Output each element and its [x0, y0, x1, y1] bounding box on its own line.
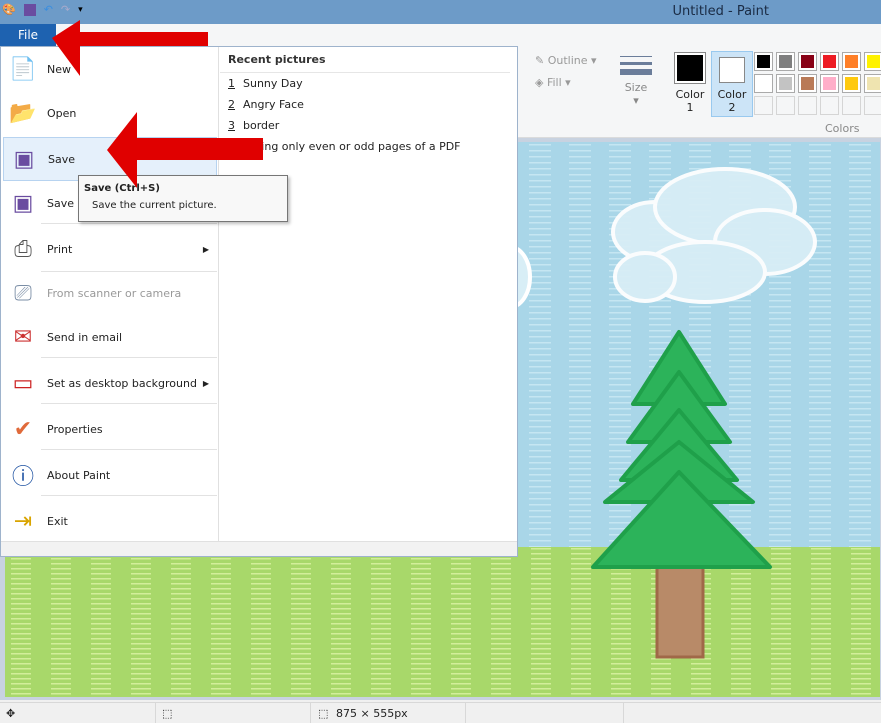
menu-item-set-as-desktop-background[interactable]: ▭ Set as desktop background ▶: [3, 361, 217, 405]
color1-button[interactable]: Color 1: [670, 52, 710, 114]
palette-swatch[interactable]: [776, 52, 795, 71]
menu-item-from-scanner-or-camera[interactable]: ⎚ From scanner or camera: [3, 271, 217, 315]
quick-access-toolbar: 🎨 ↶ ↷ ▾: [2, 3, 83, 16]
desktop-icon: ▭: [12, 370, 34, 396]
menu-item-label: Send in email: [47, 330, 123, 344]
palette-swatch[interactable]: [776, 96, 795, 115]
palette-swatch[interactable]: [798, 52, 817, 71]
recent-item-name: Sunny Day: [243, 77, 303, 90]
palette-swatch[interactable]: [864, 52, 881, 71]
fill-bucket-icon: ◈: [535, 76, 547, 89]
file-tab[interactable]: File: [0, 24, 56, 46]
palette-swatch[interactable]: [820, 74, 839, 93]
palette-swatch[interactable]: [776, 74, 795, 93]
palette-swatch[interactable]: [864, 96, 881, 115]
recent-item-number: 2: [228, 98, 235, 111]
checkmark-icon: ✔: [13, 416, 33, 442]
save-disk-icon: ▣: [13, 146, 35, 172]
colors-group-label: Colors: [825, 122, 860, 135]
palette-swatch[interactable]: [820, 52, 839, 71]
canvas-size-icon: ⬚: [318, 707, 329, 720]
new-icon: 📄: [9, 56, 37, 82]
menu-item-label: Set as desktop background: [47, 376, 197, 390]
menu-item-properties[interactable]: ✔ Properties: [3, 407, 217, 451]
pencil-icon: ✎: [535, 54, 548, 67]
window-title: Untitled - Paint: [672, 4, 769, 19]
menu-item-exit[interactable]: ⇥ Exit: [3, 499, 217, 543]
palette-swatch[interactable]: [798, 74, 817, 93]
recent-item-number: 1: [228, 77, 235, 90]
menu-item-label: Properties: [47, 422, 103, 436]
info-icon: ⓘ: [11, 465, 34, 490]
menu-divider: [41, 403, 217, 404]
menu-item-label: Save: [48, 152, 76, 166]
recent-item-name: Angry Face: [243, 98, 304, 111]
open-folder-icon: 📂: [9, 100, 37, 126]
menu-item-print[interactable]: ⎙ Print ▶: [3, 227, 217, 271]
submenu-arrow-icon: ▶: [202, 378, 209, 388]
menu-item-label: Open: [47, 106, 77, 120]
recent-item[interactable]: 1 Sunny Day: [220, 73, 517, 94]
menu-divider: [41, 495, 217, 496]
size-button[interactable]: Size ▾: [612, 52, 660, 107]
grass: [5, 547, 880, 697]
menu-divider: [41, 271, 217, 272]
scanner-icon: ⎚: [14, 280, 32, 306]
status-bar: ✥ ⬚ ⬚ 875 × 555px: [0, 702, 881, 723]
menu-item-label: Print: [47, 242, 73, 256]
size-lines-icon: [620, 56, 652, 75]
save-as-icon: ▣: [12, 190, 34, 216]
printer-icon: ⎙: [14, 236, 32, 262]
cursor-position-icon: ✥: [6, 707, 16, 720]
palette-swatch[interactable]: [842, 52, 861, 71]
undo-icon[interactable]: ↶: [44, 3, 53, 16]
exit-icon: ⇥: [13, 508, 33, 534]
tree-trunk: [655, 560, 705, 659]
annotation-arrow-file: [52, 20, 208, 76]
menu-divider: [41, 223, 217, 224]
palette-swatch[interactable]: [754, 96, 773, 115]
canvas-size: 875 × 555px: [336, 707, 408, 720]
email-icon: ✉: [13, 324, 33, 350]
palette-swatch[interactable]: [798, 96, 817, 115]
menu-item-send-in-email[interactable]: ✉ Send in email: [3, 315, 217, 359]
annotation-arrow-save: [107, 112, 263, 188]
menu-item-label: From scanner or camera: [47, 286, 182, 300]
save-icon[interactable]: [23, 3, 36, 16]
palette-swatch[interactable]: [864, 74, 881, 93]
color2-swatch: [722, 60, 742, 80]
menu-divider: [41, 357, 217, 358]
color2-button[interactable]: Color 2: [711, 51, 753, 117]
menu-divider: [41, 449, 217, 450]
recent-item-name: Printing only even or odd pages of a PDF: [236, 140, 461, 153]
paint-app-icon[interactable]: 🎨: [2, 3, 16, 16]
fill-button[interactable]: ◈ Fill ▾: [535, 76, 571, 89]
menu-item-label: Exit: [47, 514, 68, 528]
menu-item-about-paint[interactable]: ⓘ About Paint: [3, 453, 217, 497]
menu-item-label: About Paint: [47, 468, 111, 482]
selection-size-icon: ⬚: [162, 707, 173, 720]
submenu-arrow-icon: ▶: [202, 244, 209, 254]
color1-swatch: [677, 55, 703, 81]
recent-pictures-title: Recent pictures: [220, 47, 510, 73]
redo-icon[interactable]: ↷: [61, 3, 70, 16]
palette-swatch[interactable]: [842, 96, 861, 115]
palette-swatch[interactable]: [754, 74, 773, 93]
palette-swatch[interactable]: [820, 96, 839, 115]
menu-footer: [1, 541, 517, 556]
outline-button[interactable]: ✎ Outline ▾: [535, 54, 597, 67]
customize-icon[interactable]: ▾: [78, 5, 83, 15]
palette-swatch[interactable]: [842, 74, 861, 93]
palette-swatch[interactable]: [754, 52, 773, 71]
